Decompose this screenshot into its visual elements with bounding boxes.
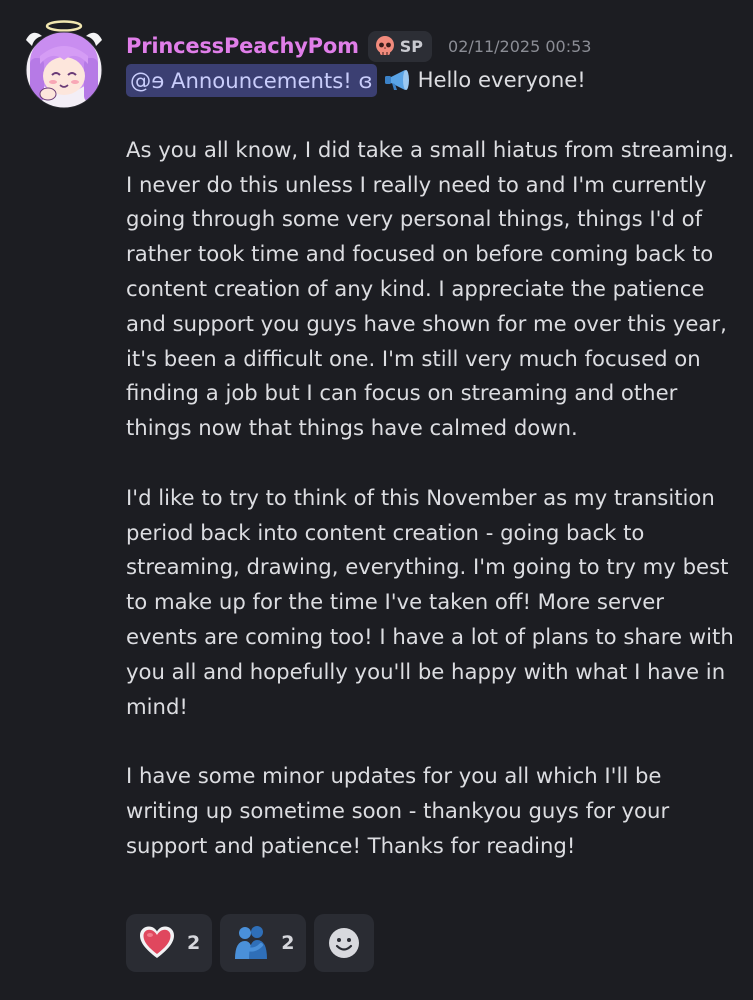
heart-icon [140, 926, 174, 958]
megaphone-icon [384, 70, 409, 90]
hugging-people-icon [235, 926, 268, 959]
message-first-line: @ɘ Announcements! ɞ Hello everyone! [126, 62, 741, 98]
reaction-count: 2 [187, 932, 201, 954]
reaction-count: 2 [281, 932, 295, 954]
greeting-text: Hello everyone! [417, 66, 586, 92]
message-header: PrincessPeachyPom SP 02/11/2025 00:53 [126, 28, 591, 64]
add-reaction-icon [329, 928, 360, 958]
message-paragraph: As you all know, I did take a small hiat… [126, 136, 735, 441]
reactions-bar: 2 2 [126, 914, 375, 972]
avatar[interactable] [22, 20, 106, 110]
reaction-heart[interactable]: 2 [126, 914, 213, 972]
avatar-image [25, 20, 103, 109]
line-break [126, 98, 741, 133]
line-break [126, 446, 741, 481]
line-break [126, 724, 741, 759]
add-reaction-button[interactable] [314, 914, 375, 972]
reaction-hug[interactable]: 2 [220, 914, 307, 972]
role-tag-label: SP [399, 36, 424, 56]
timestamp: 02/11/2025 00:53 [448, 36, 592, 56]
message-paragraph: I'd like to try to think of this Novembe… [126, 484, 734, 719]
message-content: @ɘ Announcements! ɞ Hello everyone! As y… [126, 62, 741, 864]
skull-icon [375, 36, 394, 55]
message-paragraph: I have some minor updates for you all wh… [126, 763, 670, 858]
role-tag[interactable]: SP [367, 30, 433, 62]
username[interactable]: PrincessPeachyPom [126, 34, 359, 58]
message: PrincessPeachyPom SP 02/11/2025 00:53 @ɘ… [0, 0, 753, 1000]
role-mention[interactable]: @ɘ Announcements! ɞ [126, 63, 377, 97]
